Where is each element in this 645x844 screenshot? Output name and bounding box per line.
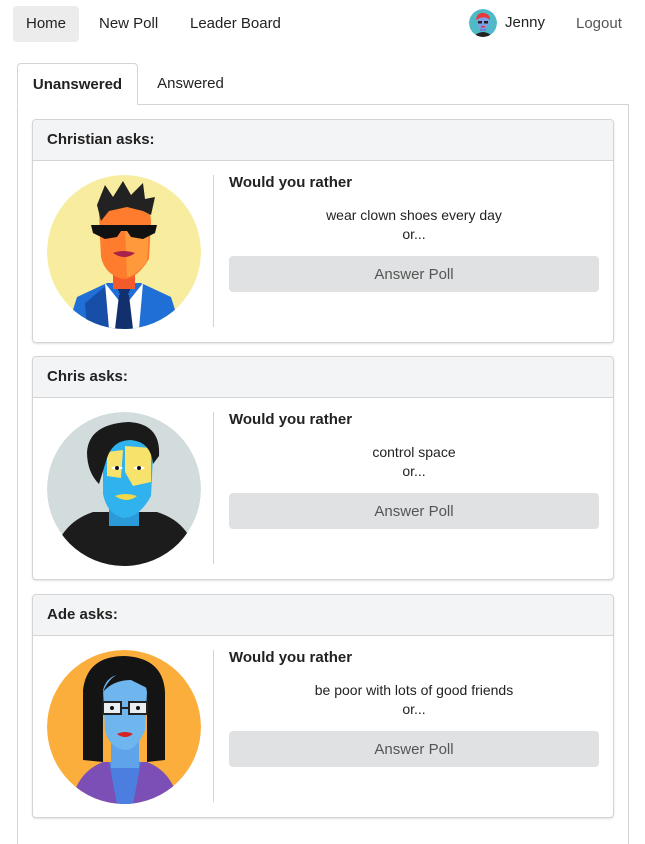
poll-option-preview: control space — [372, 444, 456, 460]
poll-card: Christian asks: Would you rather wear cl… — [32, 119, 614, 343]
ade-avatar-icon — [47, 650, 201, 804]
poll-or-text: or... — [402, 701, 426, 717]
nav-leader-board[interactable]: Leader Board — [177, 6, 294, 42]
poll-prompt: Would you rather — [229, 649, 353, 666]
poll-asker: Ade asks: — [33, 595, 613, 636]
poll-prompt: Would you rather — [229, 174, 353, 191]
tab-unanswered[interactable]: Unanswered — [17, 63, 138, 105]
nav-new-poll[interactable]: New Poll — [86, 6, 171, 42]
card-divider — [213, 175, 214, 327]
poll-or-text: or... — [402, 463, 426, 479]
nav-home[interactable]: Home — [13, 6, 80, 42]
user-name: Jenny — [505, 14, 546, 31]
poll-card: Chris asks: Would you rather control spa… — [32, 356, 614, 580]
user-avatar-icon — [469, 9, 497, 37]
poll-card: Ade asks: Would you rather be poor with … — [32, 594, 614, 818]
logout-link[interactable]: Logout — [576, 6, 622, 42]
tab-answered[interactable]: Answered — [138, 63, 243, 105]
answer-poll-button[interactable]: Answer Poll — [229, 731, 599, 767]
poll-option-preview: be poor with lots of good friends — [314, 682, 514, 698]
poll-asker: Christian asks: — [33, 120, 613, 161]
poll-option-preview: wear clown shoes every day — [326, 207, 502, 223]
answer-poll-button[interactable]: Answer Poll — [229, 256, 599, 292]
poll-asker: Chris asks: — [33, 357, 613, 398]
answer-poll-button[interactable]: Answer Poll — [229, 493, 599, 529]
poll-prompt: Would you rather — [229, 411, 353, 428]
poll-tabs: Unanswered Answered — [17, 63, 628, 105]
chris-avatar-icon — [47, 412, 201, 566]
card-divider — [213, 412, 214, 564]
top-nav: Home New Poll Leader Board Jenny Logout — [0, 0, 645, 48]
poll-or-text: or... — [402, 226, 426, 242]
card-divider — [213, 650, 214, 802]
christian-avatar-icon — [47, 175, 201, 329]
